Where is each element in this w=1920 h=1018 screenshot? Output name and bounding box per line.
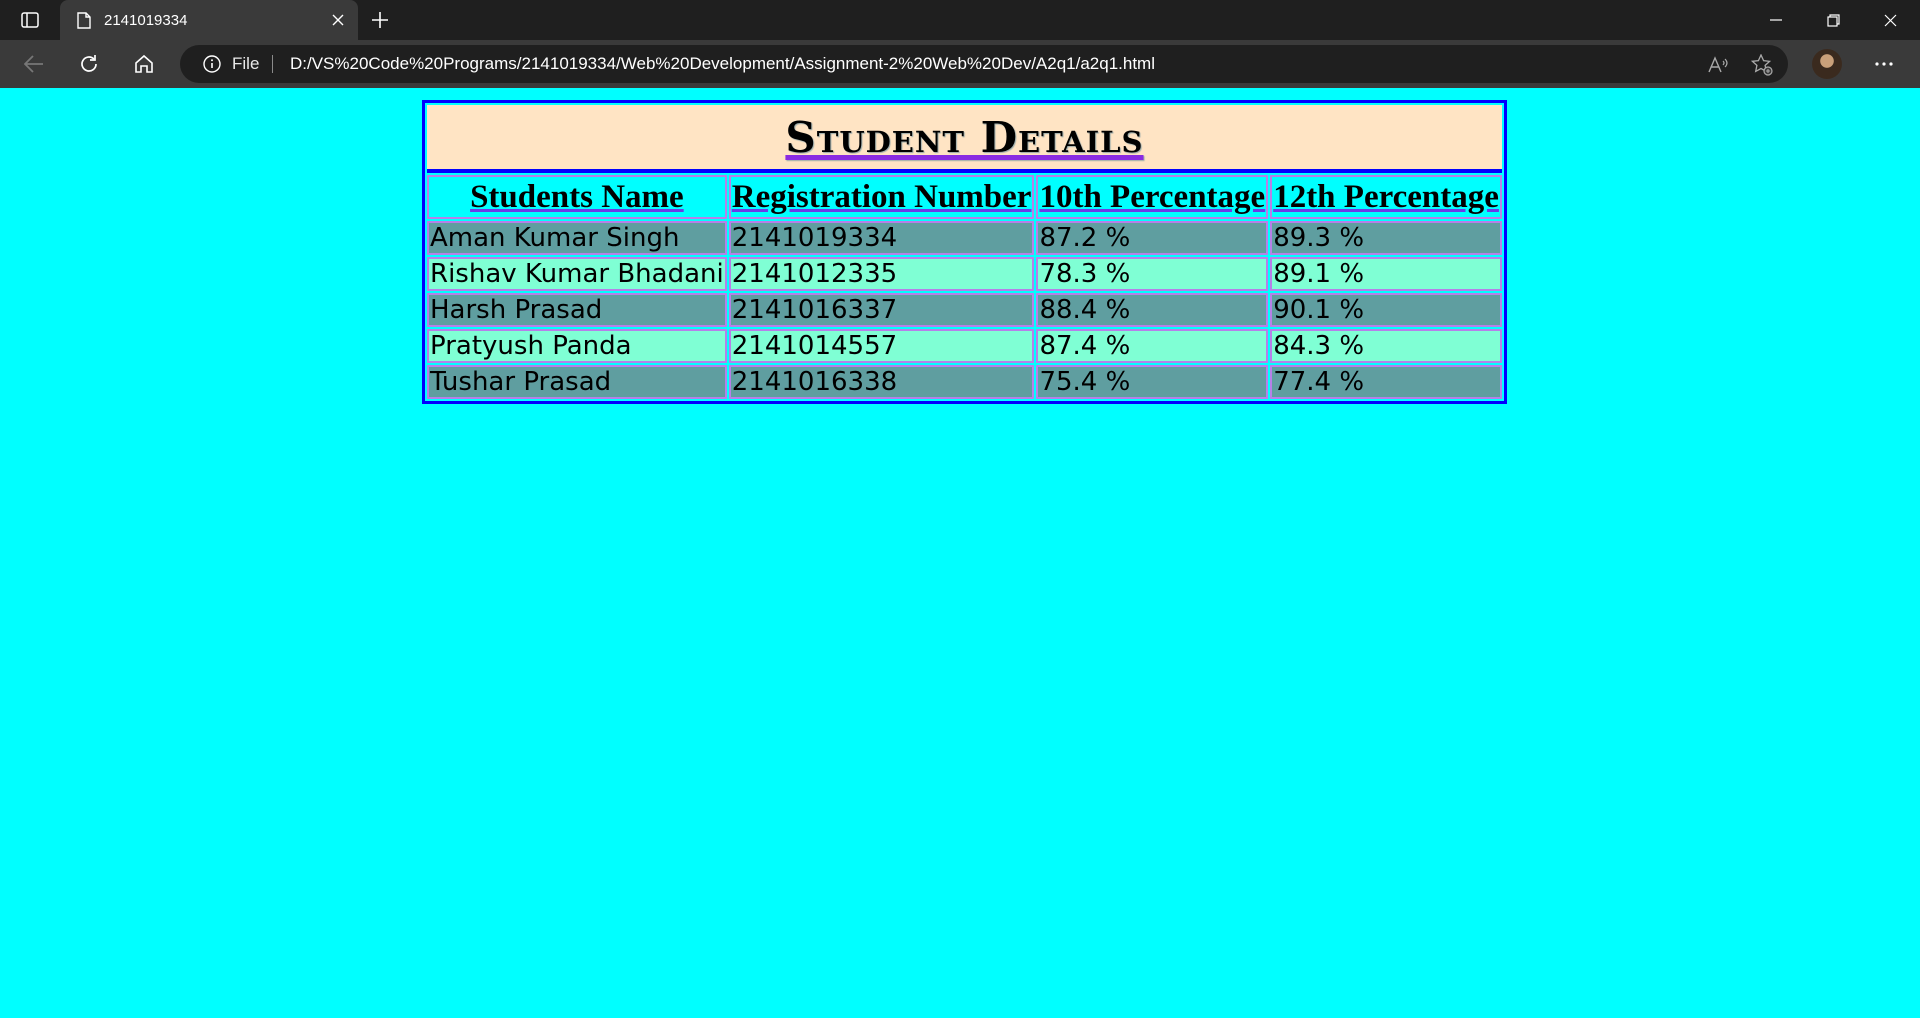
cell-12th-percentage: 89.1 % <box>1270 257 1502 291</box>
table-row: Rishav Kumar Bhadani 2141012335 78.3 % 8… <box>427 257 1502 291</box>
table-caption: Student Details <box>785 112 1144 162</box>
minimize-icon[interactable] <box>1748 0 1804 40</box>
table-row: Harsh Prasad 2141016337 88.4 % 90.1 % <box>427 293 1502 327</box>
cell-registration-number: 2141014557 <box>728 329 1035 363</box>
new-tab-icon[interactable] <box>366 8 394 32</box>
back-icon[interactable] <box>18 50 50 78</box>
cell-student-name: Harsh Prasad <box>427 293 727 327</box>
close-tab-icon[interactable] <box>328 10 348 30</box>
cell-registration-number: 2141016337 <box>728 293 1035 327</box>
cell-student-name: Pratyush Panda <box>427 329 727 363</box>
cell-student-name: Tushar Prasad <box>427 365 727 399</box>
cell-12th-percentage: 90.1 % <box>1270 293 1502 327</box>
table-row: Pratyush Panda 2141014557 87.4 % 84.3 % <box>427 329 1502 363</box>
url-text[interactable]: D:/VS%20Code%20Programs/2141019334/Web%2… <box>290 54 1155 74</box>
column-header-registration: Registration Number <box>728 175 1035 219</box>
browser-tab[interactable]: 2141019334 <box>60 0 358 40</box>
cell-10th-percentage: 75.4 % <box>1036 365 1269 399</box>
info-icon[interactable] <box>202 54 222 74</box>
cell-10th-percentage: 78.3 % <box>1036 257 1269 291</box>
page-content: Student Details Students Name Registrati… <box>0 88 1920 1018</box>
column-header-12th: 12th Percentage <box>1270 175 1502 219</box>
cell-12th-percentage: 77.4 % <box>1270 365 1502 399</box>
cell-12th-percentage: 89.3 % <box>1270 221 1502 255</box>
address-bar-row: File D:/VS%20Code%20Programs/2141019334/… <box>0 40 1920 88</box>
cell-registration-number: 2141012335 <box>728 257 1035 291</box>
more-options-icon[interactable] <box>1868 50 1900 78</box>
table-row: Aman Kumar Singh 2141019334 87.2 % 89.3 … <box>427 221 1502 255</box>
read-aloud-icon[interactable] <box>1706 53 1730 77</box>
column-header-name: Students Name <box>427 175 727 219</box>
profile-avatar[interactable] <box>1812 49 1842 79</box>
table-caption-cell: Student Details <box>427 105 1502 173</box>
tab-actions-icon[interactable] <box>14 8 46 32</box>
cell-10th-percentage: 87.2 % <box>1036 221 1269 255</box>
student-details-table: Student Details Students Name Registrati… <box>422 100 1507 404</box>
close-window-icon[interactable] <box>1862 0 1918 40</box>
home-icon[interactable] <box>128 50 160 78</box>
scheme-label: File <box>232 54 260 73</box>
column-header-10th: 10th Percentage <box>1036 175 1269 219</box>
cell-10th-percentage: 88.4 % <box>1036 293 1269 327</box>
cell-10th-percentage: 87.4 % <box>1036 329 1269 363</box>
table-row: Tushar Prasad 2141016338 75.4 % 77.4 % <box>427 365 1502 399</box>
document-icon <box>74 10 94 30</box>
cell-registration-number: 2141019334 <box>728 221 1035 255</box>
cell-registration-number: 2141016338 <box>728 365 1035 399</box>
cell-student-name: Rishav Kumar Bhadani <box>427 257 727 291</box>
omnibox-divider <box>272 55 273 73</box>
favorites-icon[interactable] <box>1750 53 1774 77</box>
restore-icon[interactable] <box>1805 0 1861 40</box>
tab-bar: 2141019334 <box>0 0 1920 40</box>
cell-student-name: Aman Kumar Singh <box>427 221 727 255</box>
refresh-icon[interactable] <box>73 50 105 78</box>
tab-title: 2141019334 <box>104 11 188 29</box>
cell-12th-percentage: 84.3 % <box>1270 329 1502 363</box>
omnibox[interactable]: File D:/VS%20Code%20Programs/2141019334/… <box>180 45 1788 83</box>
